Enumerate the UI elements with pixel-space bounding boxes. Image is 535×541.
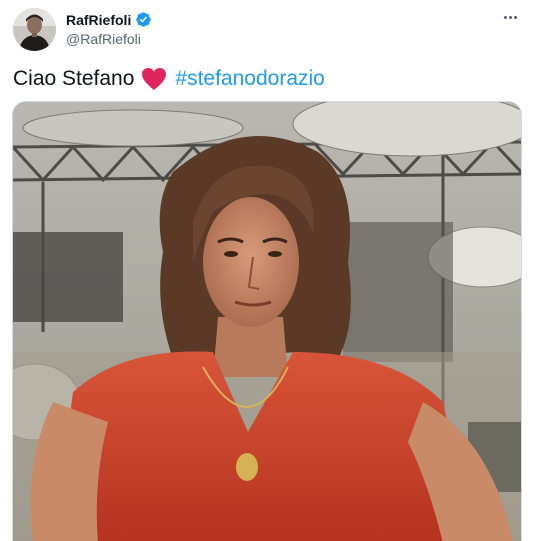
more-horizontal-icon [508,15,512,19]
tweet-card: RafRiefoli @RafRiefoli Ciao Stefano #ste… [0,0,535,541]
tweet-text-content: Ciao Stefano [13,67,135,90]
author-handle[interactable]: @RafRiefoli [66,31,141,47]
more-options-button[interactable] [499,10,521,24]
author-name-row: RafRiefoli [66,11,152,28]
author-display-name[interactable]: RafRiefoli [66,12,131,28]
verified-badge-icon [135,11,152,28]
tweet-photo[interactable] [12,101,522,541]
avatar[interactable] [13,8,56,51]
more-horizontal-icon [503,15,507,19]
hashtag-link[interactable]: #stefanodorazio [175,66,324,92]
tweet-text: Ciao Stefano #stefanodorazio [13,66,325,92]
more-horizontal-icon [513,15,517,19]
red-heart-icon [141,67,167,91]
